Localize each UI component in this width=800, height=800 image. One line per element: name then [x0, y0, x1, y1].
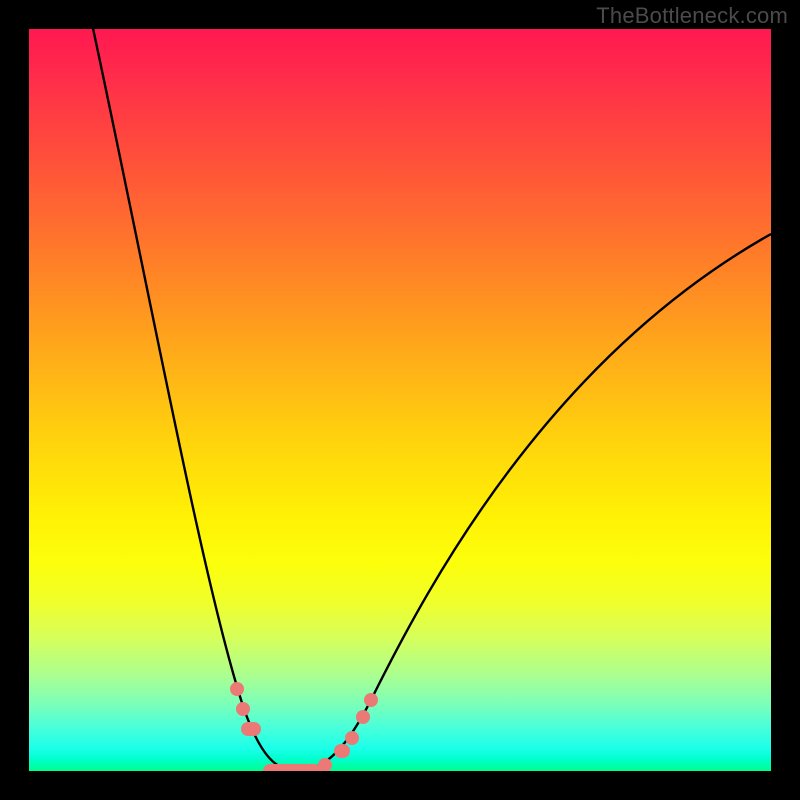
- bottleneck-curve: [91, 29, 771, 771]
- data-marker: [263, 764, 321, 771]
- data-marker: [230, 682, 244, 696]
- chart-frame: TheBottleneck.com: [0, 0, 800, 800]
- data-marker: [241, 722, 261, 736]
- curve-path: [91, 29, 771, 771]
- data-marker: [356, 710, 370, 724]
- plot-area: [29, 29, 771, 771]
- data-marker: [364, 693, 378, 707]
- curve-layer: [29, 29, 771, 771]
- data-marker: [334, 744, 350, 758]
- data-marker: [318, 758, 332, 771]
- data-marker: [236, 702, 250, 716]
- watermark-text: TheBottleneck.com: [596, 3, 788, 29]
- data-marker: [345, 731, 359, 745]
